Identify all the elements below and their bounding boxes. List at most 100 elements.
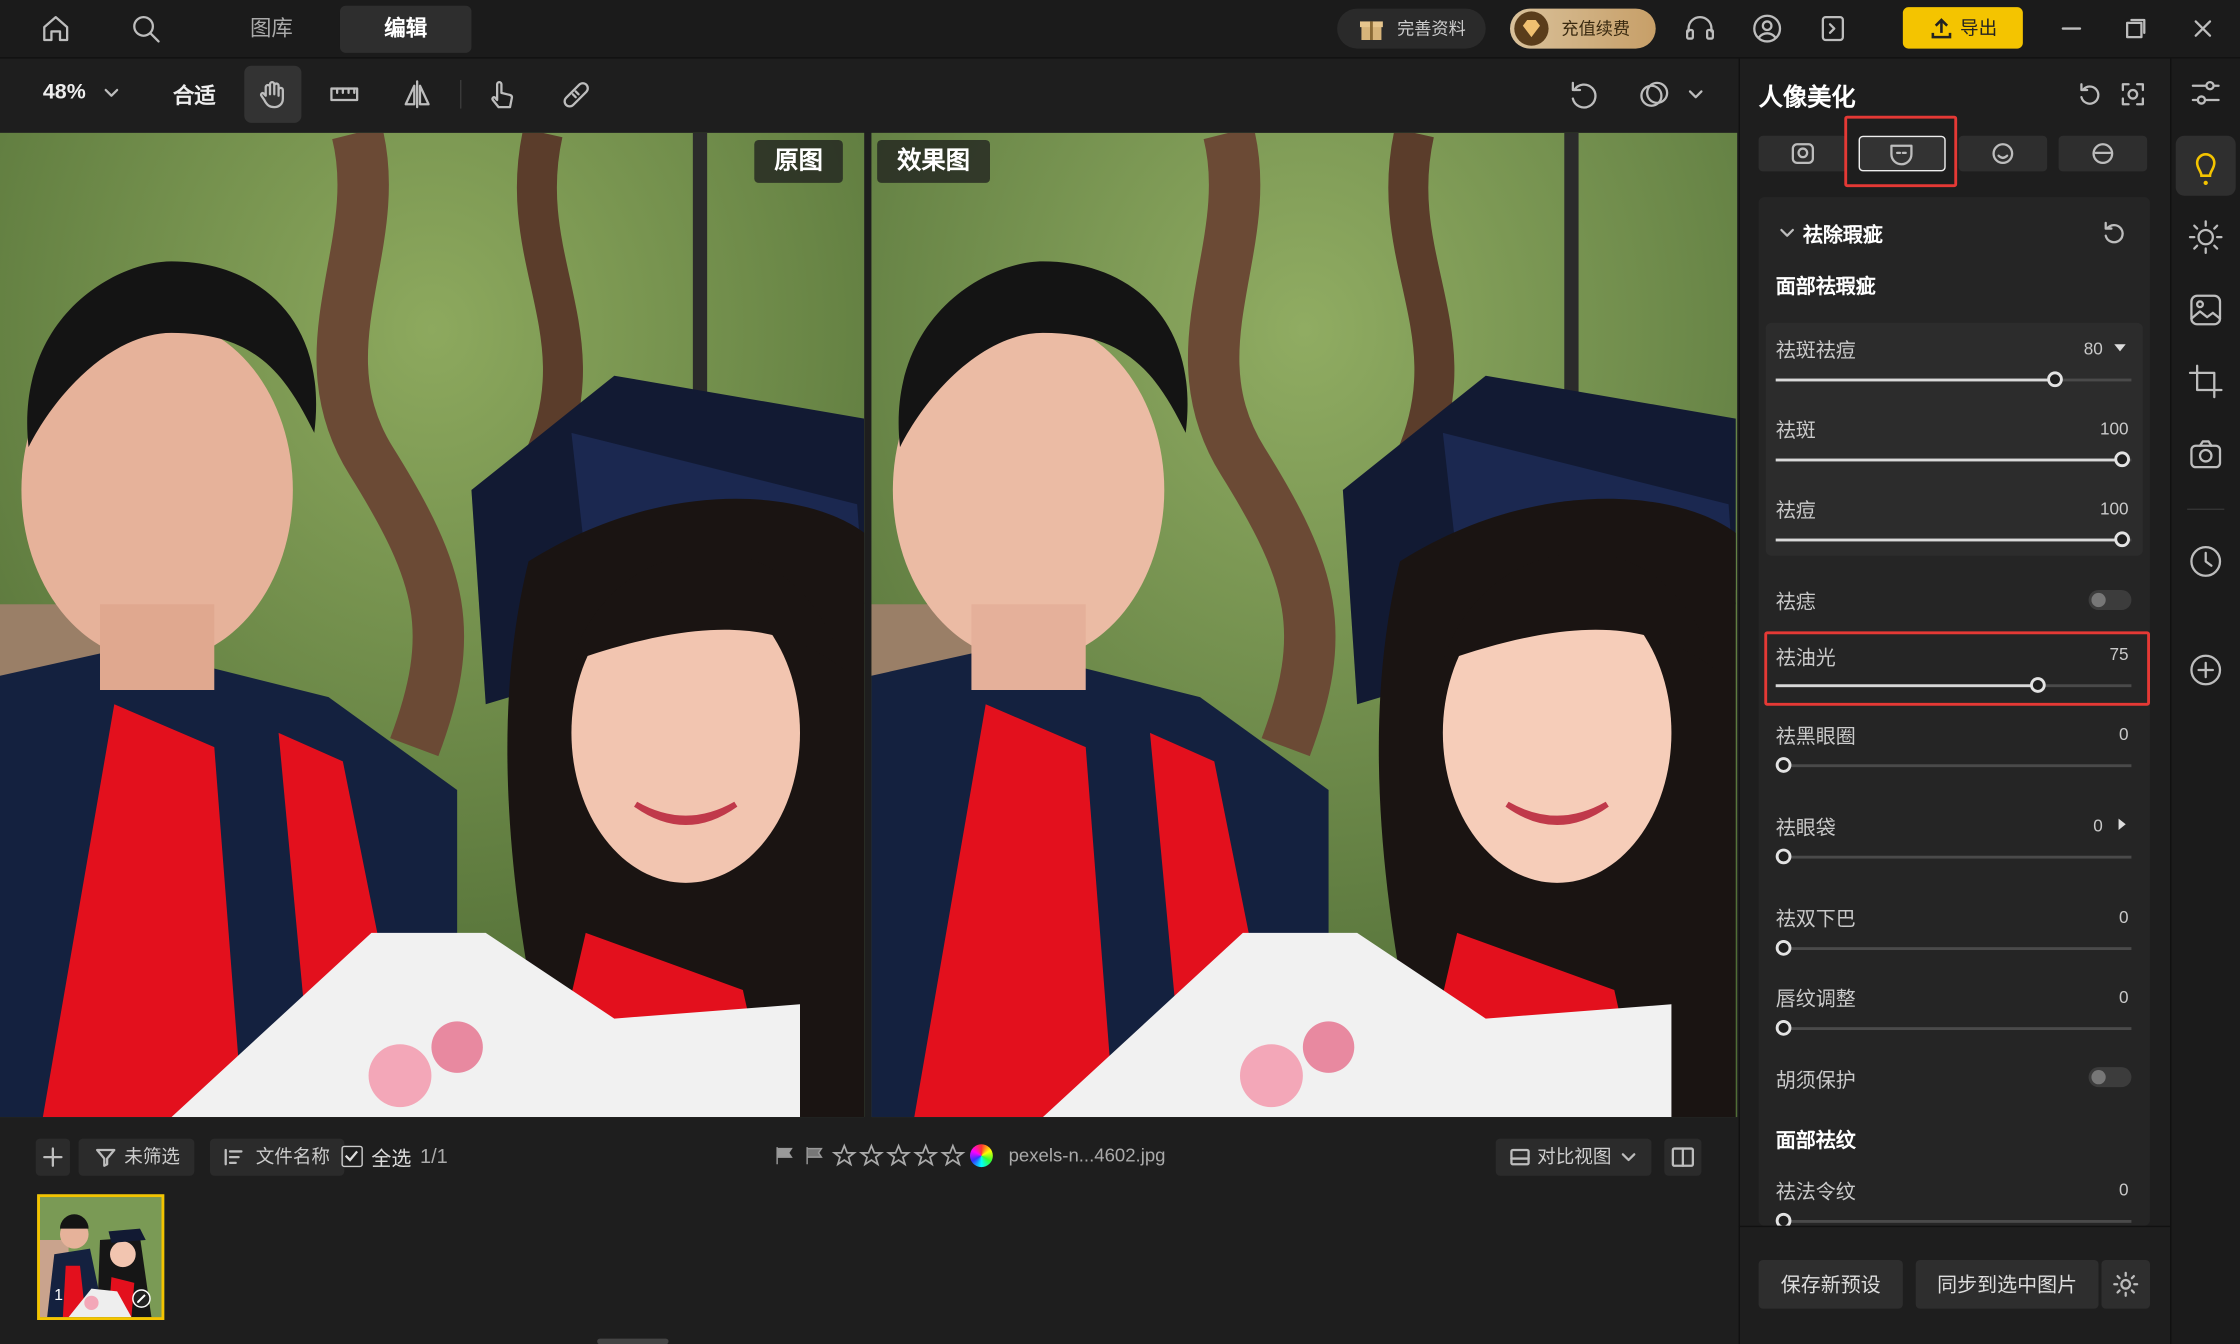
select-all-label[interactable]: 全选	[371, 1144, 411, 1173]
crop-icon[interactable]	[2187, 363, 2224, 400]
chevron-down-icon[interactable]	[1777, 223, 1797, 243]
slider-value-oil[interactable]: 75	[2074, 644, 2128, 664]
export-button[interactable]: 导出	[1902, 7, 2023, 49]
toggle-mole[interactable]	[2088, 589, 2132, 610]
save-preset-button[interactable]: 保存新预设	[1758, 1259, 1903, 1309]
restore-icon[interactable]	[2123, 16, 2149, 42]
reset-tool[interactable]	[1554, 66, 1611, 123]
gift-icon	[1357, 14, 1386, 43]
slider-value-eye-bags[interactable]: 0	[2057, 816, 2103, 836]
slider-thumb-lip-lines[interactable]	[1775, 1019, 1792, 1036]
zoom-level[interactable]: 48%	[43, 80, 86, 104]
settings-button[interactable]	[2101, 1259, 2150, 1309]
ruler-tool[interactable]	[316, 66, 373, 123]
caret-down-icon[interactable]	[2113, 340, 2127, 354]
slider-track[interactable]	[1775, 1027, 2132, 1030]
tab-makeup[interactable]	[2058, 135, 2148, 172]
slider-label-dark-circles: 祛黑眼圈	[1775, 724, 1856, 748]
account-icon[interactable]	[1750, 11, 1784, 45]
portrait-tool-button[interactable]	[2175, 135, 2236, 196]
tab-face[interactable]	[1958, 135, 2048, 172]
tab-library[interactable]: 图库	[226, 6, 317, 53]
slider-thumb-spot-acne[interactable]	[2047, 371, 2063, 388]
slider-label-lip-lines: 唇纹调整	[1775, 987, 1856, 1010]
panel-title: 人像美化	[1758, 84, 1856, 112]
flag-pick-icon[interactable]	[774, 1146, 794, 1166]
search-icon[interactable]	[129, 11, 163, 45]
minimize-icon[interactable]	[2059, 16, 2085, 42]
slider-track[interactable]	[1775, 947, 2132, 950]
fit-button[interactable]: 合适	[173, 80, 216, 110]
filter-label: 未筛选	[124, 1145, 181, 1168]
slider-value-acne[interactable]: 100	[2074, 499, 2129, 519]
flag-reject-icon[interactable]	[804, 1146, 824, 1166]
share-icon[interactable]	[1816, 11, 1850, 45]
toggle-label-beard: 胡须保护	[1775, 1068, 1856, 1092]
panel-reset-icon[interactable]	[2077, 81, 2103, 107]
color-label-icon[interactable]	[969, 1144, 993, 1168]
slider-thumb-spot[interactable]	[2114, 451, 2130, 468]
panel-footer-divider	[1738, 1225, 2170, 1228]
compare-divider[interactable]	[864, 132, 872, 1118]
slider-clip	[1759, 1209, 2150, 1226]
slider-track[interactable]	[1775, 1219, 2132, 1223]
slider-label-double-chin: 祛双下巴	[1775, 907, 1856, 930]
select-all-checkbox[interactable]	[341, 1145, 363, 1168]
chevron-down-icon[interactable]	[1686, 84, 1706, 104]
slider-value-dark-circles[interactable]: 0	[2074, 724, 2129, 744]
toolbar-divider	[459, 79, 462, 109]
add-button[interactable]	[35, 1138, 70, 1176]
result-label: 效果图	[877, 139, 990, 183]
rating-stars[interactable]	[831, 1143, 966, 1169]
slider-value-nasolabial[interactable]: 0	[2074, 1180, 2129, 1200]
sliders-icon[interactable]	[2187, 74, 2224, 111]
image-adjust-icon[interactable]	[2187, 291, 2224, 328]
slider-value-spot-acne[interactable]: 80	[2057, 339, 2103, 359]
overlay-tool[interactable]	[1626, 66, 1683, 123]
hand-tool[interactable]	[244, 65, 302, 123]
mirror-tool[interactable]	[389, 66, 446, 123]
camera-icon[interactable]	[2187, 436, 2224, 473]
filmstrip-scrollbar[interactable]	[597, 1338, 669, 1344]
brightness-icon[interactable]	[2187, 219, 2224, 256]
slider-track[interactable]	[1775, 764, 2132, 768]
eraser-tool[interactable]	[547, 66, 604, 123]
slider-label-acne: 祛痘	[1775, 498, 1816, 522]
group-face-blemish: 面部祛瑕疵	[1775, 274, 1876, 298]
export-label: 导出	[1959, 17, 1998, 39]
section-title[interactable]: 祛除瑕疵	[1803, 220, 1883, 249]
slider-value-spot[interactable]: 100	[2074, 419, 2129, 439]
slider-thumb-nasolabial[interactable]	[1775, 1212, 1792, 1226]
slider-track[interactable]	[1775, 855, 2132, 859]
toggle-label-mole: 祛痣	[1775, 589, 1816, 613]
slider-thumb-oil[interactable]	[2029, 677, 2046, 693]
tab-edit[interactable]: 编辑	[339, 5, 472, 53]
slider-value-lip-lines[interactable]: 0	[2074, 987, 2129, 1007]
slider-thumb-acne[interactable]	[2114, 531, 2130, 548]
sync-selected-button[interactable]: 同步到选中图片	[1915, 1259, 2099, 1309]
touch-tool[interactable]	[473, 66, 530, 123]
original-image	[0, 132, 865, 1118]
face-detect-icon[interactable]	[2120, 81, 2146, 107]
caret-right-icon[interactable]	[2114, 817, 2128, 831]
slider-thumb-dark-circles[interactable]	[1775, 757, 1792, 773]
chevron-down-icon[interactable]	[101, 83, 121, 103]
slider-value-double-chin[interactable]: 0	[2074, 907, 2129, 927]
history-icon[interactable]	[2187, 543, 2224, 580]
split-view-icon	[1671, 1147, 1694, 1167]
hand-icon	[259, 81, 284, 109]
close-icon[interactable]	[2190, 16, 2216, 42]
tab-skin[interactable]	[1758, 135, 1848, 172]
section-reset-icon[interactable]	[2101, 220, 2127, 246]
group-face-wrinkle: 面部祛纹	[1775, 1128, 1856, 1152]
headset-icon[interactable]	[1683, 11, 1717, 45]
undo-icon	[1571, 81, 1597, 109]
slider-thumb-eye-bags[interactable]	[1775, 848, 1792, 865]
thumbnail-index: 1	[54, 1287, 64, 1305]
original-label: 原图	[754, 139, 843, 183]
home-icon[interactable]	[39, 11, 73, 45]
toggle-beard[interactable]	[2088, 1067, 2132, 1088]
add-circle-icon[interactable]	[2187, 651, 2224, 688]
slider-thumb-double-chin[interactable]	[1775, 939, 1792, 956]
split-view-button[interactable]	[1664, 1138, 1702, 1176]
